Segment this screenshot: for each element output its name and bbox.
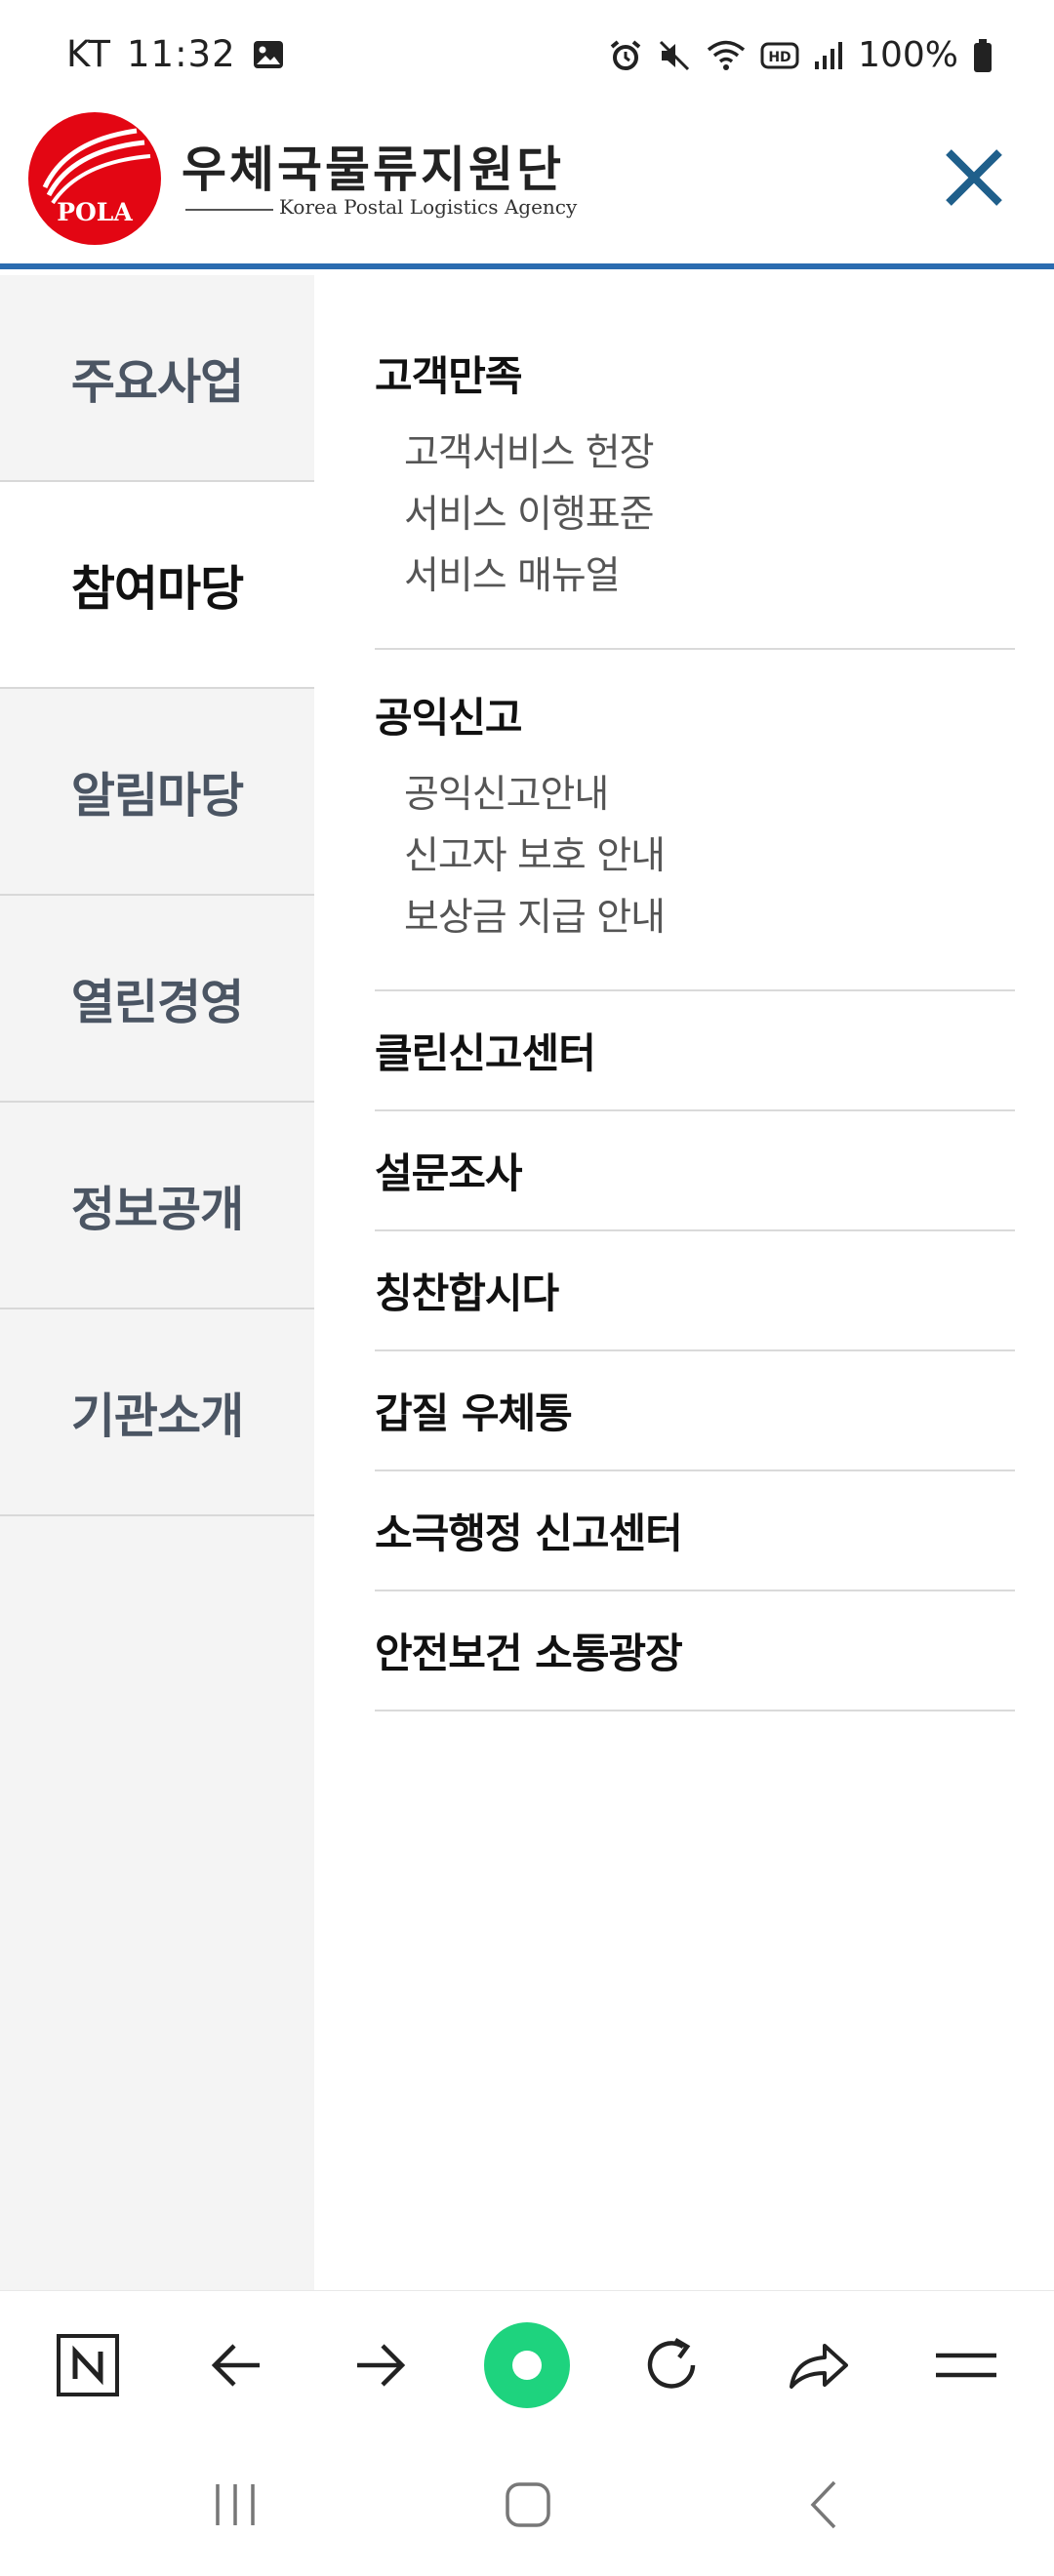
close-icon [946, 149, 1002, 206]
back-button[interactable] [195, 2324, 277, 2406]
nav-item-main-business[interactable]: 주요사업 [0, 275, 314, 482]
menu-icon [936, 2353, 996, 2378]
mute-icon [657, 38, 692, 73]
nav-item-participation[interactable]: 참여마당 [0, 482, 314, 689]
share-icon [790, 2344, 848, 2389]
submenu-group: 공익신고 공익신고안내 신고자 보호 안내 보상금 지급 안내 [375, 650, 1015, 991]
submenu-link-gapjil-mailbox[interactable]: 갑질 우체통 [375, 1381, 573, 1440]
naver-home-button[interactable] [47, 2324, 129, 2406]
submenu-group: 고객만족 고객서비스 헌장 서비스 이행표준 서비스 매뉴얼 [375, 316, 1015, 650]
site-title: 우체국물류지원단 [182, 141, 564, 198]
wifi-icon [706, 38, 747, 73]
submenu-link-passive-admin[interactable]: 소극행정 신고센터 [375, 1501, 683, 1560]
pola-logo[interactable]: POLA [27, 111, 162, 246]
submenu-single: 설문조사 [375, 1111, 1015, 1231]
subtitle-divider [185, 209, 273, 211]
status-bar: KT 11:32 HD 100% [0, 0, 1054, 107]
hd-icon: HD [760, 41, 799, 70]
svg-text:HD: HD [768, 50, 790, 65]
submenu-link-clean-report[interactable]: 클린신고센터 [375, 1021, 596, 1080]
green-dot-icon [484, 2322, 570, 2408]
submenu-link-safety-plaza[interactable]: 안전보건 소통광장 [375, 1621, 683, 1680]
browser-toolbar [0, 2290, 1054, 2436]
submenu-link[interactable]: 서비스 이행표준 [375, 484, 1015, 545]
recent-apps-button[interactable] [191, 2466, 279, 2544]
nav-item-notice[interactable]: 알림마당 [0, 689, 314, 896]
signal-icon [813, 40, 844, 71]
nav-item-open-management[interactable]: 열린경영 [0, 896, 314, 1103]
status-right: HD 100% [608, 35, 993, 75]
nav-item-info-disclosure[interactable]: 정보공개 [0, 1103, 314, 1309]
image-icon [252, 38, 285, 71]
battery-icon [972, 38, 993, 73]
submenu-single: 클린신고센터 [375, 991, 1015, 1111]
submenu-single: 소극행정 신고센터 [375, 1471, 1015, 1591]
refresh-button[interactable] [630, 2324, 712, 2406]
battery-percent: 100% [858, 35, 958, 75]
submenu-link-compliment[interactable]: 칭찬합시다 [375, 1261, 559, 1320]
submenu-single: 안전보건 소통광장 [375, 1591, 1015, 1711]
clock: 11:32 [127, 33, 236, 75]
home-button[interactable] [484, 2466, 572, 2544]
site-subtitle: Korea Postal Logistics Agency [279, 195, 578, 219]
submenu-link[interactable]: 공익신고안내 [375, 764, 1015, 825]
submenu-link[interactable]: 보상금 지급 안내 [375, 887, 1015, 948]
submenu-link[interactable]: 서비스 매뉴얼 [375, 545, 1015, 607]
alarm-icon [608, 38, 643, 73]
site-header: POLA 우체국물류지원단 Korea Postal Logistics Age… [0, 107, 1054, 269]
green-dot-button[interactable] [484, 2322, 570, 2408]
submenu-group-title[interactable]: 공익신고 [375, 685, 1015, 745]
back-arrow-icon [211, 2344, 260, 2387]
status-left: KT 11:32 [66, 33, 285, 75]
submenu-link[interactable]: 고객서비스 헌장 [375, 423, 1015, 484]
system-back-button[interactable] [781, 2466, 869, 2544]
logo-text: POLA [57, 198, 133, 226]
submenu-link-survey[interactable]: 설문조사 [375, 1141, 523, 1200]
menu-area: 주요사업 참여마당 알림마당 열린경영 정보공개 기관소개 고객만족 고객서비스… [0, 275, 1054, 2290]
submenu-single: 갑질 우체통 [375, 1351, 1015, 1471]
share-button[interactable] [777, 2324, 859, 2406]
home-icon [506, 2482, 550, 2527]
browser-menu-button[interactable] [925, 2324, 1007, 2406]
naver-icon [57, 2334, 119, 2396]
submenu-group-title[interactable]: 고객만족 [375, 343, 1015, 403]
forward-button[interactable] [340, 2324, 422, 2406]
close-menu-button[interactable] [939, 142, 1009, 213]
nav-item-about[interactable]: 기관소개 [0, 1309, 314, 1516]
recent-apps-icon [216, 2484, 255, 2525]
forward-arrow-icon [357, 2344, 406, 2387]
carrier-label: KT [66, 33, 111, 75]
submenu-single: 칭찬합시다 [375, 1231, 1015, 1351]
back-icon [810, 2480, 836, 2529]
submenu-link[interactable]: 신고자 보호 안내 [375, 825, 1015, 887]
submenu-panel: 고객만족 고객서비스 헌장 서비스 이행표준 서비스 매뉴얼 공익신고 공익신고… [375, 316, 1015, 1711]
refresh-icon [647, 2338, 696, 2389]
system-nav [0, 2436, 1054, 2576]
left-nav: 주요사업 참여마당 알림마당 열린경영 정보공개 기관소개 [0, 275, 314, 2290]
